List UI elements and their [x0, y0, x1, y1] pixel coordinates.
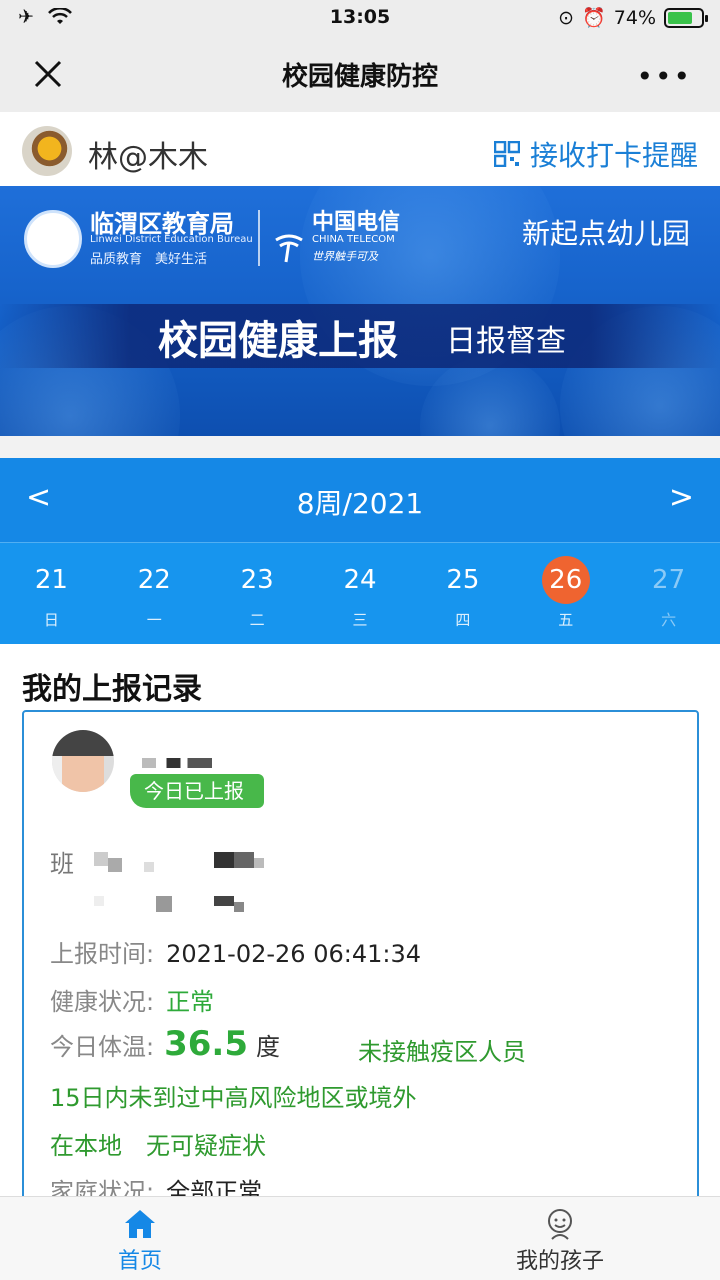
receive-reminder-button[interactable]: 接收打卡提醒 — [493, 134, 698, 174]
family-status-value: 全部正常 — [166, 1178, 263, 1196]
temperature-unit: 度 — [255, 1033, 280, 1061]
day-item[interactable]: 23 二 — [206, 543, 309, 644]
report-card[interactable]: 今日已上报 班 上报时间: 2021-02-26 06:41:34 健康状况: 正常… — [22, 710, 699, 1196]
banner-subtitle: 日报督查 — [446, 324, 566, 359]
telecom-name: 中国电信 — [312, 210, 401, 235]
temperature-row: 今日体温: 36.5 度 — [50, 1024, 280, 1064]
day-item[interactable]: 25 四 — [411, 543, 514, 644]
tab-home-label: 首页 — [117, 1249, 162, 1274]
local-status: 在本地 无可疑症状 — [50, 1132, 266, 1160]
qr-code-icon — [493, 141, 520, 167]
telecom-english: CHINA TELECOM — [312, 234, 395, 245]
child-name-redacted — [142, 758, 212, 768]
week-label: 8周/2021 — [296, 487, 424, 520]
next-week-button[interactable]: > — [669, 480, 694, 515]
travel-status: 15日内未到过中高风险地区或境外 — [50, 1084, 417, 1112]
status-bar: ✈ 13:05 ⊙ ⏰ 74% — [0, 0, 720, 36]
family-status-row: 家庭状况: 全部正常 — [50, 1172, 262, 1196]
tab-home[interactable]: 首页 — [90, 1197, 190, 1280]
edu-bureau-english: Linwei District Education Bureau — [90, 234, 253, 245]
status-right: ⊙ ⏰ 74% — [558, 6, 708, 29]
education-bureau-logo — [24, 210, 82, 268]
report-time-value: 2021-02-26 06:41:34 — [166, 940, 421, 968]
child-avatar — [52, 730, 114, 792]
banner-title: 校园健康上报 — [158, 317, 398, 364]
report-records: 我的上报记录 今日已上报 班 上报时间: 2021-02-26 06:41:34 … — [0, 644, 720, 1196]
page-title: 校园健康防控 — [281, 62, 438, 92]
user-row: 林@木木 接收打卡提醒 — [0, 112, 720, 186]
contact-status: 未接触疫区人员 — [358, 1038, 526, 1066]
report-time-row: 上报时间: 2021-02-26 06:41:34 — [50, 934, 421, 969]
health-status-value: 正常 — [166, 988, 215, 1016]
home-icon — [125, 1210, 155, 1238]
banner: 临渭区教育局 Linwei District Education Bureau … — [0, 186, 720, 436]
report-time-label: 上报时间: — [50, 940, 155, 968]
more-menu-icon[interactable]: ••• — [636, 60, 692, 93]
records-title: 我的上报记录 — [22, 672, 202, 707]
telecom-slogan: 世界触手可及 — [312, 250, 378, 263]
school-name: 新起点幼儿园 — [521, 217, 690, 250]
day-item[interactable]: 21 日 — [0, 543, 103, 644]
battery-percent: 74% — [613, 6, 656, 29]
reported-today-badge: 今日已上报 — [130, 774, 264, 808]
alarm-icon: ⏰ — [582, 7, 606, 29]
battery-fill — [668, 11, 692, 24]
bottom-tab-bar: 首页 我的孩子 — [0, 1196, 720, 1280]
edu-bureau-slogan: 品质教育 美好生活 — [90, 252, 208, 267]
nav-bar: 校园健康防控 ••• — [0, 36, 720, 112]
temperature-label: 今日体温: — [50, 1033, 155, 1061]
banner-divider — [258, 210, 260, 266]
rotation-lock-icon: ⊙ — [558, 6, 575, 29]
family-status-label: 家庭状况: — [50, 1178, 155, 1196]
tab-my-children[interactable]: 我的孩子 — [500, 1197, 620, 1280]
class-label: 班 — [50, 850, 74, 878]
day-item-selected[interactable]: 26 五 — [514, 543, 617, 644]
tab-my-children-label: 我的孩子 — [515, 1249, 604, 1274]
battery-icon — [664, 7, 708, 28]
child-icon — [548, 1209, 572, 1240]
temperature-value: 36.5 — [164, 1024, 248, 1064]
day-item-future: 27 六 — [652, 565, 686, 629]
day-item[interactable]: 24 三 — [309, 543, 412, 644]
class-info-redacted — [94, 852, 274, 912]
day-strip: 21 日 22 一 23 二 24 三 25 四 26 五 27 六 — [0, 542, 720, 644]
china-telecom-logo-icon — [275, 234, 303, 263]
week-selector: < 8周/2021 > — [0, 458, 720, 542]
day-item[interactable]: 22 一 — [103, 543, 206, 644]
health-status-label: 健康状况: — [50, 988, 155, 1016]
avatar[interactable] — [22, 126, 72, 176]
remind-label: 接收打卡提醒 — [529, 139, 698, 172]
user-name: 林@木木 — [88, 140, 208, 175]
health-status-row: 健康状况: 正常 — [50, 982, 214, 1017]
